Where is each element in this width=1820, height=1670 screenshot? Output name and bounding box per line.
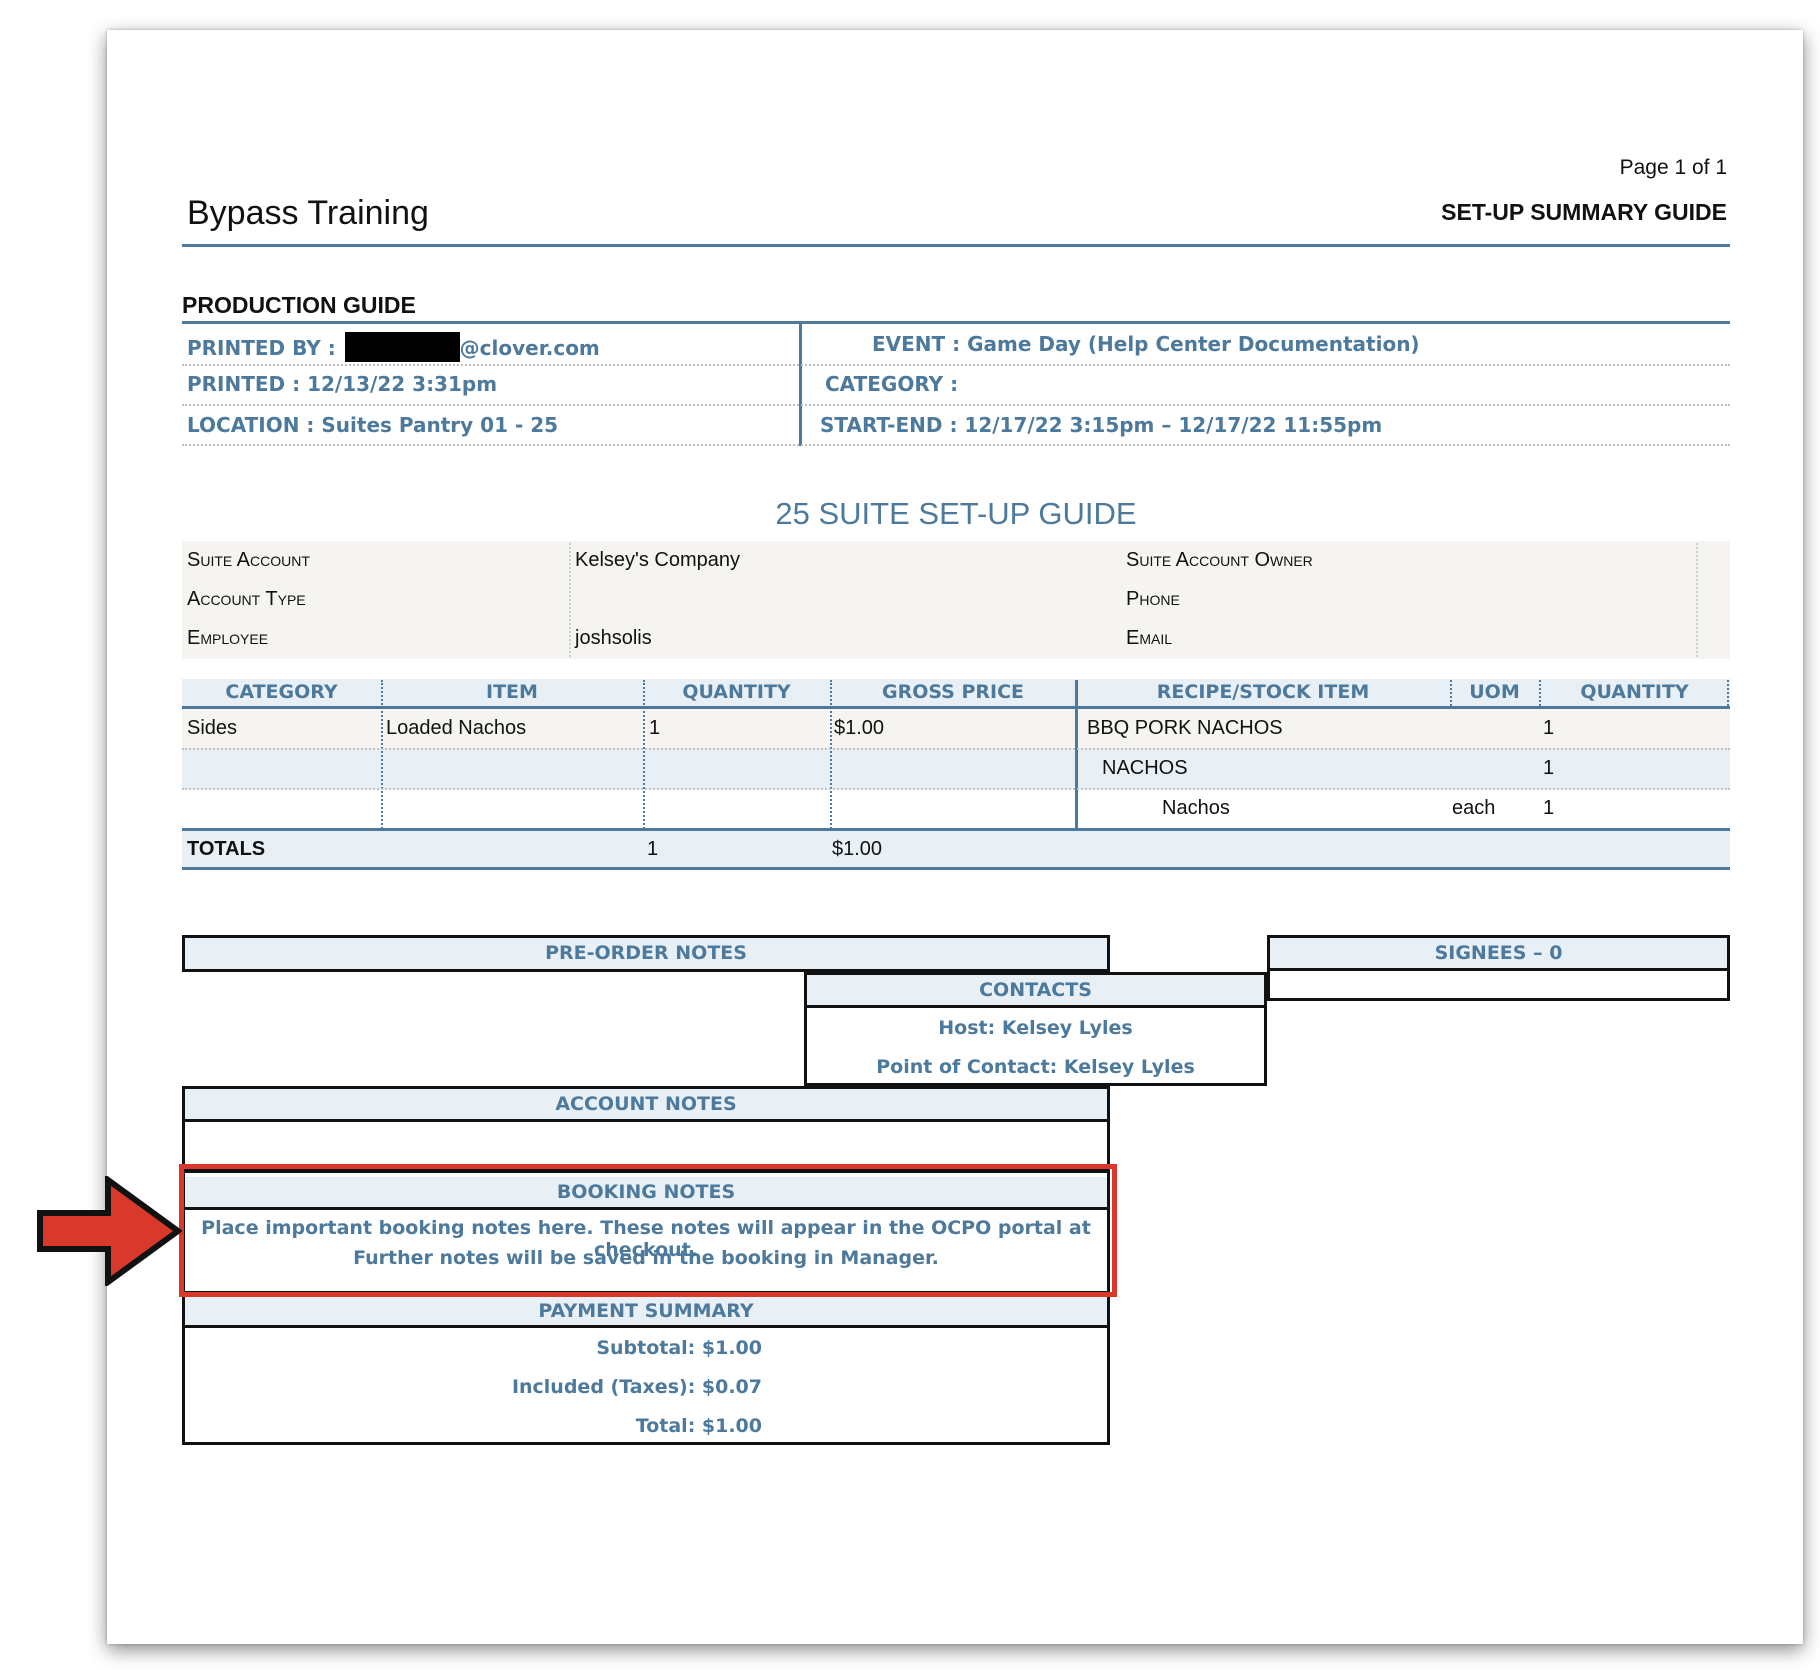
pre-order-notes-title: PRE-ORDER NOTES [185, 938, 1107, 969]
phone-label: Phone [1126, 588, 1180, 610]
signees-box: SIGNEES – 0 [1267, 935, 1730, 1001]
suite-account-label: Suite Account [187, 549, 310, 571]
redacted-email [344, 332, 460, 362]
category-label: CATEGORY : [825, 372, 959, 396]
arrow-right-icon [37, 1176, 182, 1286]
column-divider [643, 680, 645, 829]
production-row-divider [182, 404, 1730, 406]
production-rule [182, 321, 1730, 324]
table-row [182, 749, 1730, 789]
suite-account-value: Kelsey's Company [575, 549, 740, 571]
printed-by-value: @clover.com [459, 336, 600, 360]
host-contact: Host: Kelsey Lyles [938, 1017, 1133, 1039]
totals-bottom-rule [182, 867, 1730, 870]
production-row-divider [182, 444, 1730, 446]
cell-recipe-item: BBQ PORK NACHOS [1087, 717, 1283, 739]
printed-by-label: PRINTED BY : [187, 336, 336, 360]
point-of-contact: Point of Contact: Kelsey Lyles [876, 1056, 1195, 1078]
column-header-quantity: QUANTITY [682, 681, 791, 703]
totals-price: $1.00 [832, 838, 883, 860]
column-header-item: ITEM [486, 681, 538, 703]
location-value: Suites Pantry 01 - 25 [321, 413, 559, 437]
production-row-divider [182, 364, 1730, 366]
cell-uom: each [1452, 797, 1496, 819]
column-divider [1539, 680, 1541, 706]
row-divider [182, 788, 1730, 790]
column-header-gross-price: GROSS PRICE [881, 681, 1025, 703]
suite-info-divider [569, 543, 571, 657]
employee-label: Employee [187, 627, 269, 649]
column-header-stock-quantity: QUANTITY [1580, 681, 1689, 703]
printed-label: PRINTED : [187, 372, 301, 396]
page-number: Page 1 of 1 [1619, 156, 1727, 179]
event-value: Game Day (Help Center Documentation) [967, 332, 1420, 356]
payment-summary-title: PAYMENT SUMMARY [185, 1297, 1107, 1328]
location-label: LOCATION : [187, 413, 315, 437]
account-type-label: Account Type [187, 588, 306, 610]
printed-by-row: PRINTED BY : @clover.com [187, 332, 600, 362]
location-row: LOCATION : Suites Pantry 01 - 25 [187, 413, 558, 437]
company-name: Bypass Training [187, 194, 429, 232]
production-guide-title: PRODUCTION GUIDE [182, 292, 416, 318]
booking-notes-highlight [179, 1164, 1117, 1297]
column-divider [381, 680, 383, 829]
cell-gross-price: $1.00 [834, 717, 885, 739]
cell-stock-quantity: 1 [1543, 757, 1555, 779]
email-label: Email [1126, 627, 1173, 649]
document-title: SET-UP SUMMARY GUIDE [1441, 199, 1727, 225]
cell-item: Loaded Nachos [386, 717, 527, 739]
row-divider [182, 748, 1730, 750]
event-row: EVENT : Game Day (Help Center Documentat… [872, 332, 1420, 356]
header-rule [182, 244, 1730, 247]
column-header-recipe-stock-item: RECIPE/STOCK ITEM [1156, 681, 1370, 703]
cell-category: Sides [187, 717, 238, 739]
column-divider [1450, 680, 1452, 706]
suite-info-divider [1696, 543, 1698, 657]
employee-value: joshsolis [575, 627, 652, 649]
payment-summary-box: PAYMENT SUMMARY Subtotal: $1.00 Included… [182, 1294, 1110, 1445]
column-divider [1727, 680, 1729, 706]
payment-subtotal: Subtotal: $1.00 [596, 1337, 762, 1359]
printed-row: PRINTED : 12/13/22 3:31pm [187, 372, 497, 396]
cell-stock-quantity: 1 [1543, 797, 1555, 819]
suite-info-panel [182, 541, 1730, 659]
column-header-category: CATEGORY [225, 681, 338, 703]
payment-taxes: Included (Taxes): $0.07 [511, 1376, 762, 1398]
suite-guide-title: 25 SUITE SET-UP GUIDE [775, 496, 1137, 531]
production-divider [799, 324, 802, 446]
contacts-box: CONTACTS Host: Kelsey Lyles Point of Con… [804, 972, 1267, 1086]
printed-value: 12/13/22 3:31pm [307, 372, 498, 396]
cell-recipe-item: NACHOS [1102, 757, 1188, 779]
pre-order-notes-box: PRE-ORDER NOTES [182, 935, 1110, 972]
start-end-row: START-END : 12/17/22 3:15pm – 12/17/22 1… [820, 413, 1382, 437]
event-label: EVENT : [872, 332, 961, 356]
cell-quantity: 1 [649, 717, 661, 739]
payment-total: Total: $1.00 [635, 1415, 762, 1437]
table-row [182, 789, 1730, 829]
cell-stock-quantity: 1 [1543, 717, 1555, 739]
suite-account-owner-label: Suite Account Owner [1126, 549, 1313, 571]
column-header-uom: UOM [1469, 681, 1520, 703]
cell-recipe-item: Nachos [1162, 797, 1230, 819]
totals-row [182, 831, 1730, 867]
column-divider [1075, 680, 1078, 829]
start-end-value: 12/17/22 3:15pm – 12/17/22 11:55pm [964, 413, 1383, 437]
totals-quantity: 1 [647, 838, 659, 860]
account-notes-box: ACCOUNT NOTES [182, 1086, 1110, 1170]
account-notes-title: ACCOUNT NOTES [185, 1089, 1107, 1122]
signees-title: SIGNEES – 0 [1270, 938, 1727, 971]
column-divider [830, 680, 832, 829]
category-row: CATEGORY : [825, 372, 958, 396]
start-end-label: START-END : [820, 413, 958, 437]
contacts-title: CONTACTS [807, 975, 1264, 1008]
totals-label: TOTALS [187, 838, 266, 860]
